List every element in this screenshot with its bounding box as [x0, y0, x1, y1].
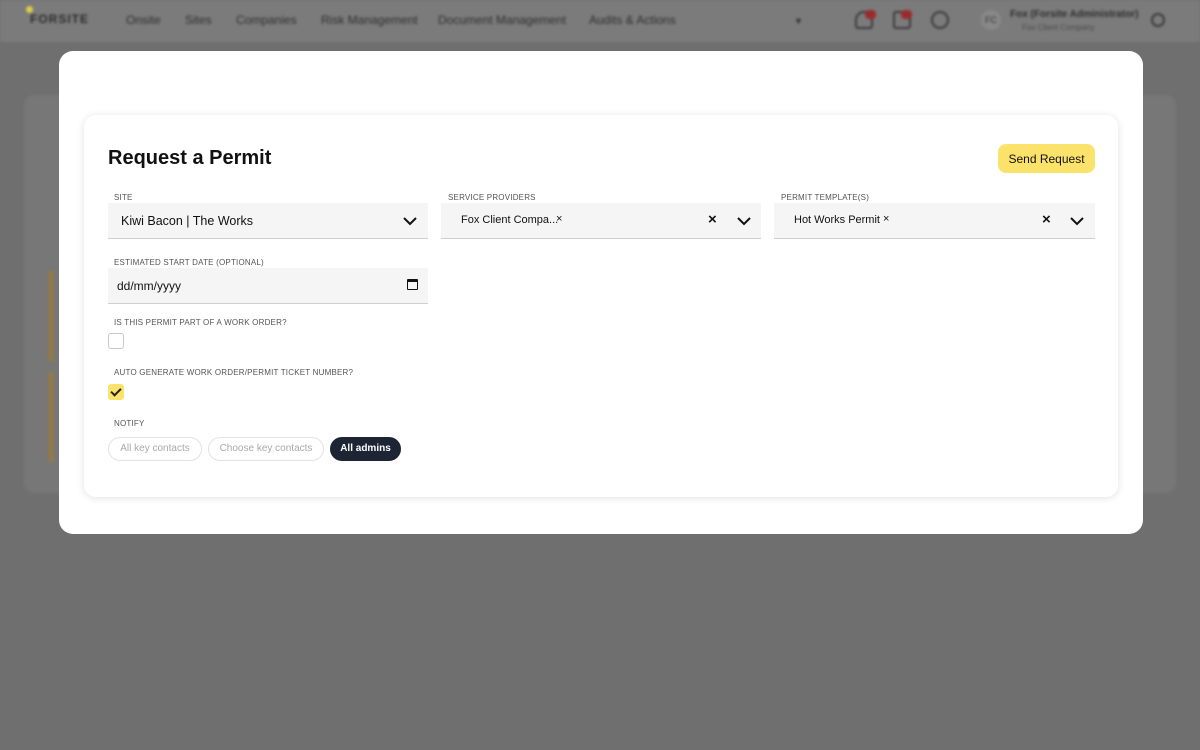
notify-all-key-contacts[interactable]: All key contacts — [108, 437, 202, 461]
work-order-checkbox[interactable] — [108, 333, 124, 349]
start-date-placeholder: dd/mm/yyyy — [117, 279, 182, 293]
settings-gear-icon[interactable] — [1151, 13, 1165, 27]
nav-audits-actions[interactable]: Audits & Actions — [589, 13, 676, 27]
nav-sites[interactable]: Sites — [185, 13, 212, 27]
permit-templates-label: PERMIT TEMPLATE(S) — [781, 193, 870, 202]
user-company: Fox Client Company — [1022, 23, 1095, 32]
checkmark-icon — [110, 385, 122, 397]
auto-generate-label: AUTO GENERATE WORK ORDER/PERMIT TICKET N… — [114, 368, 354, 377]
nav-more-chevron-icon[interactable]: ▼ — [794, 16, 803, 26]
clear-selection-icon[interactable]: × — [708, 211, 717, 228]
background-accent-bar — [49, 271, 53, 361]
app-logo[interactable]: FORSITE — [30, 12, 89, 26]
page-title: Request a Permit — [108, 147, 272, 169]
site-value: Kiwi Bacon | The Works — [121, 214, 254, 228]
remove-chip-icon[interactable]: × — [556, 213, 562, 225]
permit-template-chip: Hot Works Permit — [794, 214, 880, 226]
permit-templates-select[interactable]: Hot Works Permit × × — [774, 203, 1095, 239]
user-name: Fox (Forsite Administrator) — [1010, 9, 1139, 20]
nav-document-management[interactable]: Document Management — [438, 13, 566, 27]
nav-companies[interactable]: Companies — [236, 13, 297, 27]
help-icon[interactable] — [931, 11, 949, 29]
request-permit-form: Request a Permit Send Request SITE Kiwi … — [84, 115, 1118, 497]
notify-label: NOTIFY — [114, 419, 145, 428]
service-providers-select[interactable]: Fox Client Compa... × × — [441, 203, 761, 239]
nav-onsite[interactable]: Onsite — [126, 13, 161, 27]
notifications-badge — [865, 10, 876, 19]
chevron-down-icon[interactable] — [1069, 213, 1085, 229]
calendar-icon[interactable] — [407, 279, 418, 290]
site-select[interactable]: Kiwi Bacon | The Works — [108, 203, 428, 239]
site-label: SITE — [114, 193, 133, 202]
service-providers-label: SERVICE PROVIDERS — [448, 193, 536, 202]
chevron-down-icon[interactable] — [736, 213, 752, 229]
chevron-down-icon[interactable] — [402, 213, 418, 229]
background-accent-bar — [49, 372, 53, 462]
notify-all-admins[interactable]: All admins — [330, 437, 401, 461]
start-date-label: ESTIMATED START DATE (OPTIONAL) — [114, 258, 264, 267]
work-order-label: IS THIS PERMIT PART OF A WORK ORDER? — [114, 318, 287, 327]
service-provider-chip: Fox Client Compa... — [461, 214, 559, 226]
tasks-badge — [901, 10, 912, 19]
request-permit-modal: Request a Permit Send Request SITE Kiwi … — [59, 51, 1143, 534]
top-navigation-bar: FORSITE Onsite Sites Companies Risk Mana… — [0, 0, 1200, 42]
auto-generate-checkbox[interactable] — [108, 384, 124, 400]
notify-choose-key-contacts[interactable]: Choose key contacts — [208, 437, 324, 461]
nav-risk-management[interactable]: Risk Management — [321, 13, 418, 27]
send-request-button[interactable]: Send Request — [998, 144, 1095, 173]
remove-chip-icon[interactable]: × — [883, 213, 889, 225]
clear-selection-icon[interactable]: × — [1042, 211, 1051, 228]
avatar[interactable]: FC — [981, 10, 1001, 30]
start-date-input[interactable]: dd/mm/yyyy — [108, 268, 428, 304]
